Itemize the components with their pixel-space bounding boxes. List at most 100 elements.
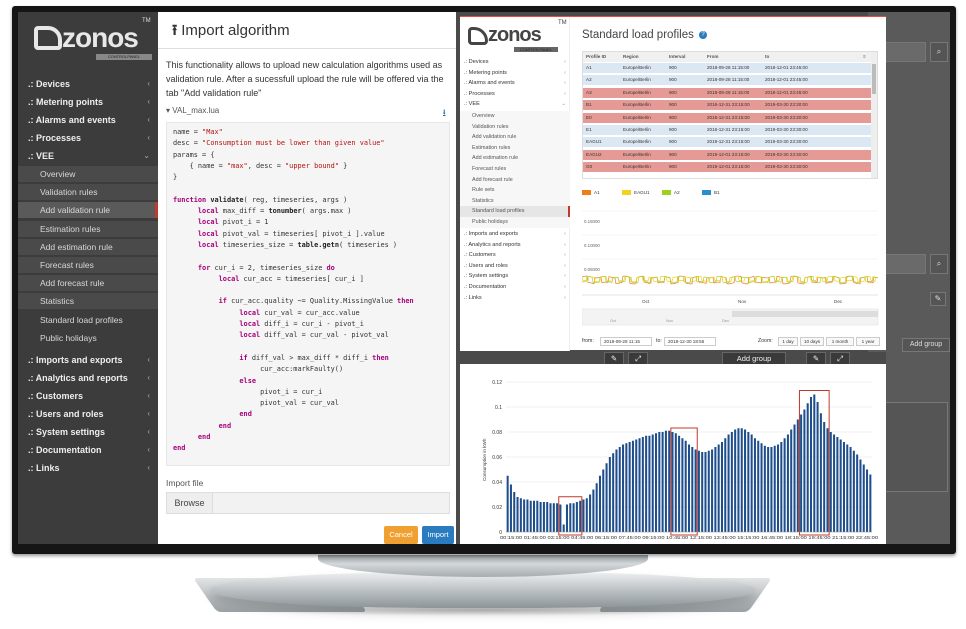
y-tick-label: 0.08 [492,430,502,436]
table-row[interactable]: B1 Europe/Berlin 900 2016-12-31 23:15:00 201… [583,100,871,111]
slp-nav-item[interactable]: .: Customers ‹ [460,250,570,260]
table-row[interactable]: G0 Europe/Berlin 900 2019-12-01 23:15:00 201… [583,162,871,173]
sidebar-item[interactable]: .: System settings ‹ [18,424,158,440]
slp-subitem[interactable]: Validation rules [460,121,570,133]
table-row[interactable]: A1 Europe/Berlin 900 2018-09-28 11:15:00 201… [583,63,871,73]
code-line: { name = "max", desc = "upper bound" } [173,161,443,172]
sidebar-subitem[interactable]: Statistics [18,293,158,310]
sidebar-item[interactable]: .: Users and roles ‹ [18,406,158,422]
sidebar-item[interactable]: .: Imports and exports ‹ [18,352,158,368]
to-input[interactable]: 2018-12-30 18:55 [664,337,716,346]
slp-nav-item[interactable]: .: System settings ‹ [460,271,570,281]
table-cell: Europe/Berlin [623,164,651,170]
sidebar-item[interactable]: .: Analytics and reports ‹ [18,370,158,386]
bar [529,500,532,532]
code-line: function validate( reg, timeseries, args… [173,195,443,206]
zoom-button[interactable]: 1 day [778,337,798,346]
code-token: } [338,161,348,170]
legend-label: A2 [674,190,680,195]
chevron-icon: ‹ [147,391,150,400]
chevron-icon: ‹ [564,80,566,87]
scroll-thumb[interactable] [872,64,876,94]
slp-nav-item[interactable]: .: Documentation ‹ [460,282,570,292]
background-edit-button[interactable]: ✎ [930,292,946,306]
download-icon[interactable]: ⭳ [443,106,447,123]
slp-nav-item[interactable]: .: Users and roles ‹ [460,261,570,271]
sidebar-subitem[interactable]: Overview [18,166,158,182]
legend-item[interactable]: B1 [702,189,720,197]
sidebar-subitem[interactable]: Forecast rules [18,257,158,273]
sidebar-subitem[interactable]: Public holidays [18,329,158,346]
code-line: local diff_val = cur_val - pivot_val [173,330,443,341]
sidebar-item[interactable]: .: Links ‹ [18,460,158,476]
slp-nav-item[interactable]: .: Imports and exports ‹ [460,229,570,239]
slp-nav-item[interactable]: .: Analytics and reports ‹ [460,240,570,250]
table-row[interactable]: E1 Europe/Berlin 900 2016-12-31 23:15:00 201… [583,125,871,135]
legend-item[interactable]: EAGU1 [622,189,650,197]
slp-subitem[interactable]: Standard load profiles [460,206,570,217]
sidebar-subitem[interactable]: Add estimation rule [18,238,158,255]
import-button[interactable]: Import [422,526,454,544]
table-row[interactable]: A3 Europe/Berlin 900 2018-09-28 11:15:00 201… [583,87,871,98]
menu-icon[interactable]: ≡ [863,52,866,62]
sidebar-subitem[interactable]: Add forecast rule [18,275,158,292]
table-row[interactable]: EAGU1 Europe/Berlin 900 2019-12-31 23:15:00… [583,137,871,148]
slp-subitem[interactable]: Add forecast rule [460,174,570,186]
y-axis-label: Consumption in kWh [482,438,487,481]
slp-nav-item[interactable]: .: VEE ⌄ [460,99,570,109]
sidebar-item[interactable]: .: Metering points ‹ [18,94,158,110]
bar [773,445,776,532]
sidebar-item[interactable]: .: Devices ‹ [18,76,158,92]
table-row[interactable]: EAGU2 Europe/Berlin 900 2019-12-01 23:15:00… [583,149,871,160]
table-row[interactable]: E0 Europe/Berlin 900 2016-12-31 23:15:00 201… [583,112,871,123]
bar [678,435,681,532]
sidebar-subitem[interactable]: Validation rules [18,184,158,201]
background-search-button[interactable]: ⌕ [930,42,948,62]
legend-item[interactable]: A1 [582,189,600,197]
slp-nav-item[interactable]: .: Processes ‹ [460,89,570,99]
sidebar-item[interactable]: .: VEE ⌄ [18,148,158,164]
bar [856,454,859,532]
background-search-button-2[interactable]: ⌕ [930,254,948,274]
sidebar-item[interactable]: .: Processes ‹ [18,130,158,146]
file-header[interactable]: ▾ VAL_max.lua ⭳ [166,106,450,120]
sidebar-subitem[interactable]: Estimation rules [18,220,158,237]
slp-subitem[interactable]: Overview [460,111,570,122]
slp-nav-item[interactable]: .: Links ‹ [460,293,570,303]
sidebar-subitem[interactable]: Standard load profiles [18,311,158,328]
bar [711,449,714,532]
slp-subitem[interactable]: Forecast rules [460,164,570,175]
code-token: local [239,320,261,329]
cancel-button[interactable]: Cancel [384,526,418,544]
slp-nav-item[interactable]: .: Devices ‹ [460,57,570,67]
slp-subitem[interactable]: Statistics [460,195,570,207]
bar [615,449,618,532]
slp-subitem[interactable]: Public holidays [460,217,570,228]
info-icon[interactable]: ? [699,30,708,39]
table-row[interactable]: A2 Europe/Berlin 900 2018-09-28 11:15:00 201… [583,75,871,86]
zoom-button[interactable]: 1 year [856,337,880,346]
sidebar-item[interactable]: .: Documentation ‹ [18,442,158,458]
browse-button[interactable]: Browse [167,493,213,513]
slp-nav-item[interactable]: .: Metering points ‹ [460,68,570,78]
sidebar-subitem[interactable]: Add validation rule [18,202,158,219]
zoom-button[interactable]: 1 month [826,337,854,346]
zoom-button[interactable]: 10 days [800,337,824,346]
sidebar-item[interactable]: .: Alarms and events ‹ [18,112,158,128]
slp-subitem[interactable]: Rule sets [460,185,570,196]
bar [552,503,555,532]
slp-subitem[interactable]: Add estimation rule [460,153,570,164]
slp-subitem[interactable]: Estimation rules [460,142,570,154]
table-scrollbar[interactable] [871,52,877,178]
file-input[interactable]: Browse [166,492,450,514]
from-input[interactable]: 2018-09-28 11:15 [600,337,652,346]
background-add-group-button[interactable]: Add group [902,338,950,352]
legend-item[interactable]: A2 [662,189,680,197]
dialog-footer: Cancel Import [158,520,456,544]
monitor-screen: zonos TM CONTROLPANEL .: Devices ‹.: Mete… [18,12,950,544]
sidebar-item[interactable]: .: Customers ‹ [18,388,158,404]
slp-nav-item[interactable]: .: Alarms and events ‹ [460,78,570,88]
slp-subitem[interactable]: Add validation rule [460,132,570,143]
